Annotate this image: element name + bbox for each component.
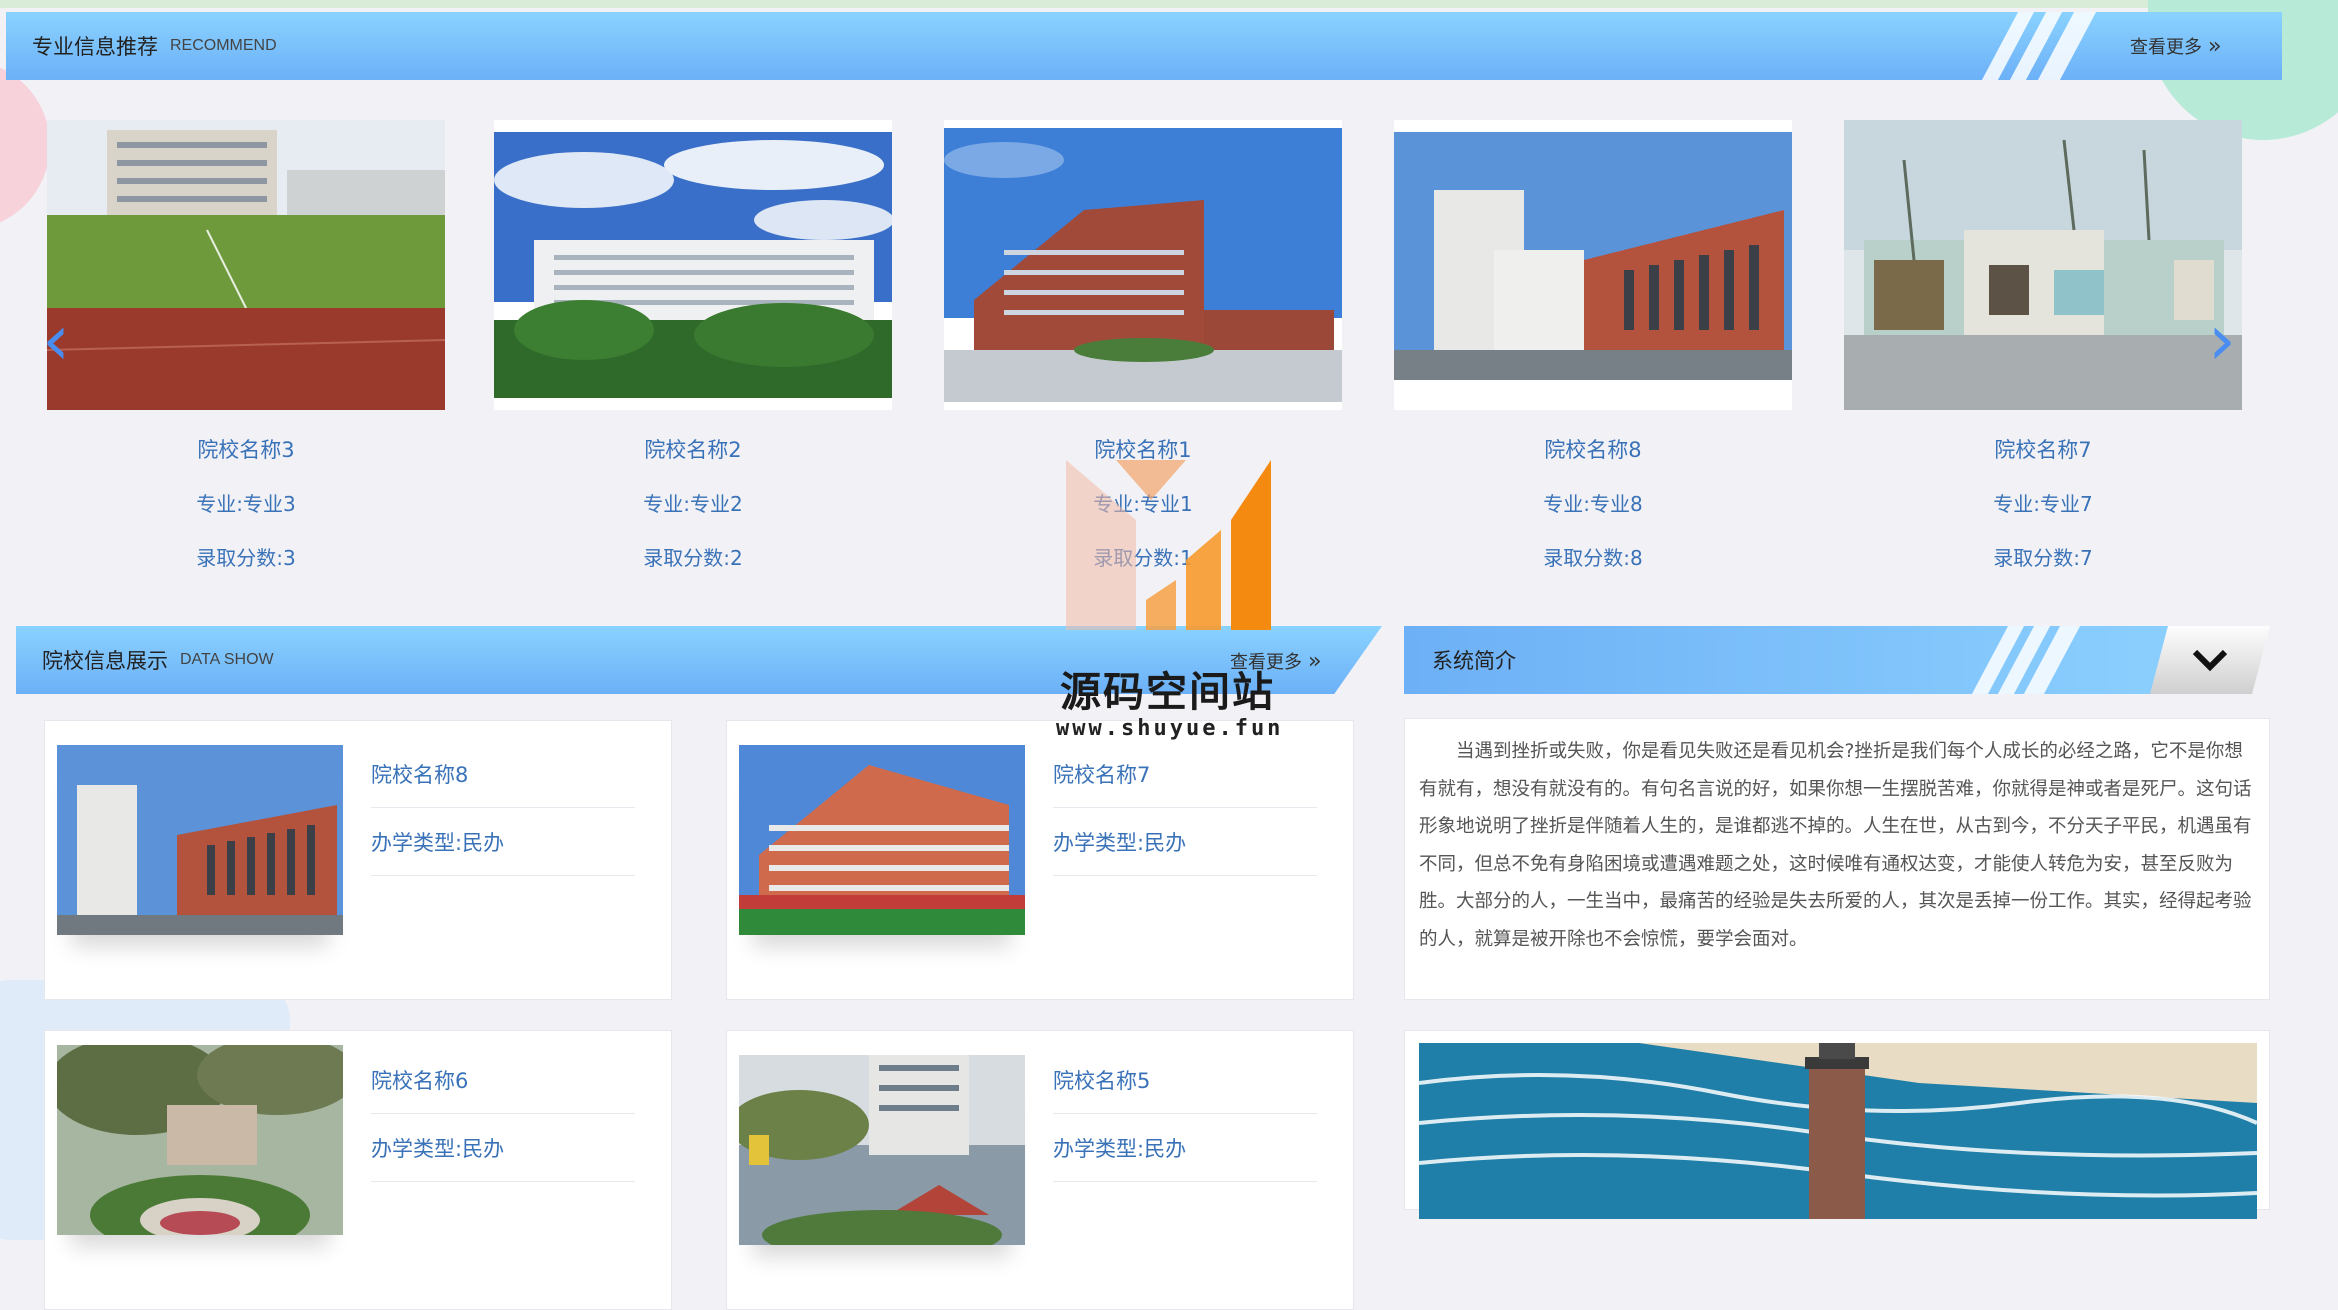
school-name[interactable]: 院校名称5 [1053,1065,1317,1114]
data-show-title: 院校信息展示 [42,649,168,673]
chevron-down-icon [2192,649,2228,672]
watermark-title: 源码空间站 [1060,668,1275,716]
recommend-card[interactable]: 院校名称7 专业:专业7 录取分数:7 [1844,120,2242,572]
school-photo[interactable] [57,745,343,935]
double-chevron-right-icon: ›› [1308,648,1321,674]
intro-header: 系统简介 [1404,626,2270,694]
school-name[interactable]: 院校名称8 [371,759,635,808]
school-name[interactable]: 院校名称3 [47,434,445,464]
recommend-card[interactable]: 院校名称3 专业:专业3 录取分数:3 [47,120,445,572]
major-text: 专业:专业2 [643,492,743,516]
top-line [0,0,2338,8]
school-photo[interactable] [494,120,892,410]
school-type: 办学类型:民办 [1053,1133,1317,1182]
recommend-more-link[interactable]: 查看更多 ›› [2130,33,2221,59]
school-show-card[interactable]: 院校名称7 办学类型:民办 [726,720,1354,1000]
intro-text-box: 当遇到挫折或失败，你是看见失败还是看见机会?挫折是我们每个人成长的必经之路，它不… [1404,718,2270,1000]
intro-toggle-button[interactable] [2150,626,2270,694]
school-name[interactable]: 院校名称6 [371,1065,635,1114]
school-photo[interactable] [739,1055,1025,1245]
school-photo[interactable] [47,120,445,410]
school-name[interactable]: 院校名称7 [1844,434,2242,464]
watermark-url: www.shuyue.fun [1056,716,1284,741]
score-text: 录取分数:8 [1543,546,1643,570]
school-type: 办学类型:民办 [371,1133,635,1182]
school-type: 办学类型:民办 [371,827,635,876]
decor-pink-shape [0,60,50,230]
recommend-more-label: 查看更多 [2130,37,2202,58]
school-photo[interactable] [944,120,1342,410]
school-name[interactable]: 院校名称2 [494,434,892,464]
score-text: 录取分数:7 [1993,546,2093,570]
recommend-subtitle: RECOMMEND [170,37,277,54]
intro-stripes [1971,626,2090,694]
recommend-title: 专业信息推荐 [32,35,158,59]
double-chevron-right-icon: ›› [2208,33,2221,59]
header-stripes [1981,12,2110,80]
intro-text: 当遇到挫折或失败，你是看见失败还是看见机会?挫折是我们每个人成长的必经之路，它不… [1419,741,2252,950]
intro-image-box [1404,1030,2270,1219]
recommend-card[interactable]: 院校名称2 专业:专业2 录取分数:2 [494,120,892,572]
school-photo[interactable] [739,745,1025,935]
school-show-card[interactable]: 院校名称8 办学类型:民办 [44,720,672,1000]
score-text: 录取分数:2 [643,546,743,570]
major-text: 专业:专业3 [196,492,296,516]
school-photo[interactable] [1844,120,2242,410]
school-type: 办学类型:民办 [1053,827,1317,876]
school-show-card[interactable]: 院校名称6 办学类型:民办 [44,1030,672,1310]
carousel-next-arrow-icon[interactable]: › [2208,305,2236,375]
school-photo[interactable] [1394,120,1792,410]
carousel-prev-arrow-icon[interactable]: ‹ [42,305,70,375]
intro-title: 系统简介 [1432,649,1516,673]
school-photo[interactable] [57,1045,343,1235]
data-show-subtitle: DATA SHOW [180,651,274,668]
school-name[interactable]: 院校名称8 [1394,434,1792,464]
recommend-header: 专业信息推荐 RECOMMEND [6,12,2282,80]
score-text: 录取分数:3 [196,546,296,570]
major-text: 专业:专业7 [1993,492,2093,516]
lighthouse-photo [1419,1043,2257,1219]
recommend-card[interactable]: 院校名称8 专业:专业8 录取分数:8 [1394,120,1792,572]
school-show-card[interactable]: 院校名称5 办学类型:民办 [726,1030,1354,1310]
major-text: 专业:专业8 [1543,492,1643,516]
school-name[interactable]: 院校名称7 [1053,759,1317,808]
